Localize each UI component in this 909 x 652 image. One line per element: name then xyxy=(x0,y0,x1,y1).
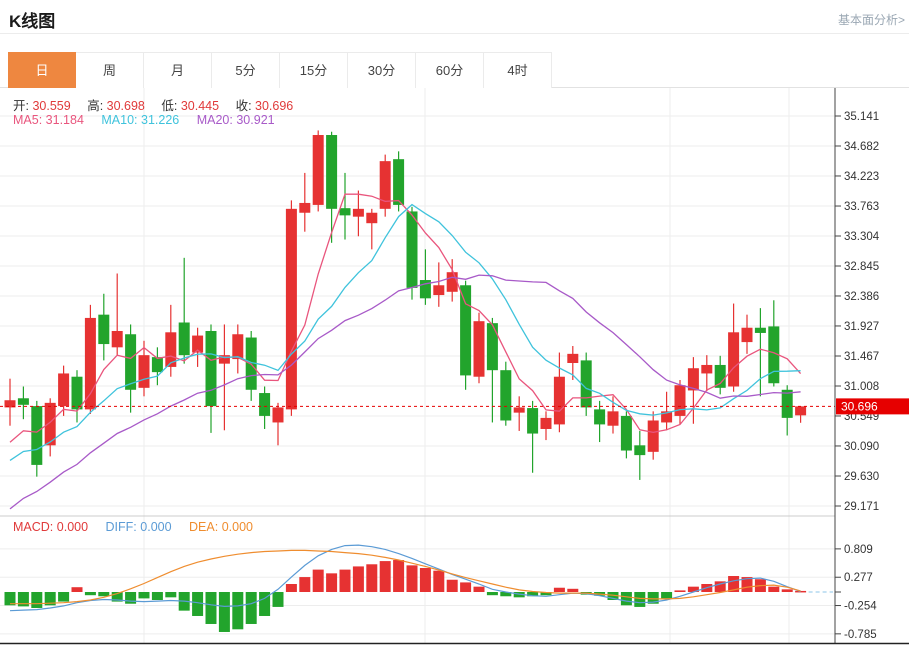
high-label: 高: xyxy=(87,99,103,113)
svg-text:0.277: 0.277 xyxy=(844,572,873,584)
svg-text:29.171: 29.171 xyxy=(844,501,879,513)
svg-text:0.809: 0.809 xyxy=(844,544,873,556)
ma5-label: MA5: xyxy=(13,113,42,127)
tab-30min[interactable]: 30分 xyxy=(348,52,416,88)
svg-text:32.386: 32.386 xyxy=(844,291,879,303)
macd-value: 0.000 xyxy=(57,520,88,534)
open-label: 开: xyxy=(13,99,29,113)
svg-text:30.696: 30.696 xyxy=(841,399,878,413)
close-value: 30.696 xyxy=(255,99,293,113)
ma10-label: MA10: xyxy=(101,113,137,127)
tab-month[interactable]: 月 xyxy=(144,52,212,88)
svg-text:31.467: 31.467 xyxy=(844,351,879,363)
svg-text:34.682: 34.682 xyxy=(844,141,879,153)
tab-day[interactable]: 日 xyxy=(8,52,76,88)
diff-value: 0.000 xyxy=(140,520,171,534)
svg-text:-0.785: -0.785 xyxy=(844,629,877,641)
title-divider xyxy=(0,33,909,34)
low-label: 低: xyxy=(161,99,177,113)
tab-4hour[interactable]: 4时 xyxy=(484,52,552,88)
macd-readout: MACD: 0.000 DIFF: 0.000 DEA: 0.000 xyxy=(13,520,267,534)
low-value: 30.445 xyxy=(181,99,219,113)
diff-label: DIFF: xyxy=(106,520,137,534)
kline-macd-chart-svg[interactable]: 35.141 34.682 34.223 33.763 33.304 32.845 32.3… xyxy=(0,88,909,647)
svg-text:31.927: 31.927 xyxy=(844,321,879,333)
page-title: K线图 xyxy=(9,7,55,32)
ma-readout: MA5: 31.184 MA10: 31.226 MA20: 30.921 xyxy=(13,113,289,127)
svg-text:29.630: 29.630 xyxy=(844,471,879,483)
interval-tabbar: 日周月5分15分30分60分4时 xyxy=(0,52,909,88)
svg-text:31.008: 31.008 xyxy=(844,381,879,393)
high-value: 30.698 xyxy=(107,99,145,113)
tab-5min[interactable]: 5分 xyxy=(212,52,280,88)
ohlc-readout: 开: 30.559 高: 30.698 低: 30.445 收: 30.696 xyxy=(13,95,306,114)
dea-label: DEA: xyxy=(189,520,218,534)
tab-15min[interactable]: 15分 xyxy=(280,52,348,88)
ma20-value: 30.921 xyxy=(236,113,274,127)
svg-text:35.141: 35.141 xyxy=(844,111,879,123)
close-label: 收: xyxy=(236,99,252,113)
open-value: 30.559 xyxy=(32,99,70,113)
kline-chart-area[interactable]: 35.141 34.682 34.223 33.763 33.304 32.845 32.3… xyxy=(0,88,909,647)
svg-text:-0.254: -0.254 xyxy=(844,601,877,613)
tab-60min[interactable]: 60分 xyxy=(416,52,484,88)
fundamental-analysis-link[interactable]: 基本面分析> xyxy=(838,11,905,28)
ma20-label: MA20: xyxy=(197,113,233,127)
ma5-value: 31.184 xyxy=(46,113,84,127)
dea-value: 0.000 xyxy=(222,520,253,534)
current-price-badge: 30.696 xyxy=(836,398,909,414)
svg-text:34.223: 34.223 xyxy=(844,171,879,183)
svg-text:33.763: 33.763 xyxy=(844,201,879,213)
macd-label: MACD: xyxy=(13,520,53,534)
svg-text:33.304: 33.304 xyxy=(844,231,880,243)
ma10-value: 31.226 xyxy=(141,113,179,127)
tab-week[interactable]: 周 xyxy=(76,52,144,88)
svg-text:30.090: 30.090 xyxy=(844,441,879,453)
svg-text:32.845: 32.845 xyxy=(844,261,879,273)
